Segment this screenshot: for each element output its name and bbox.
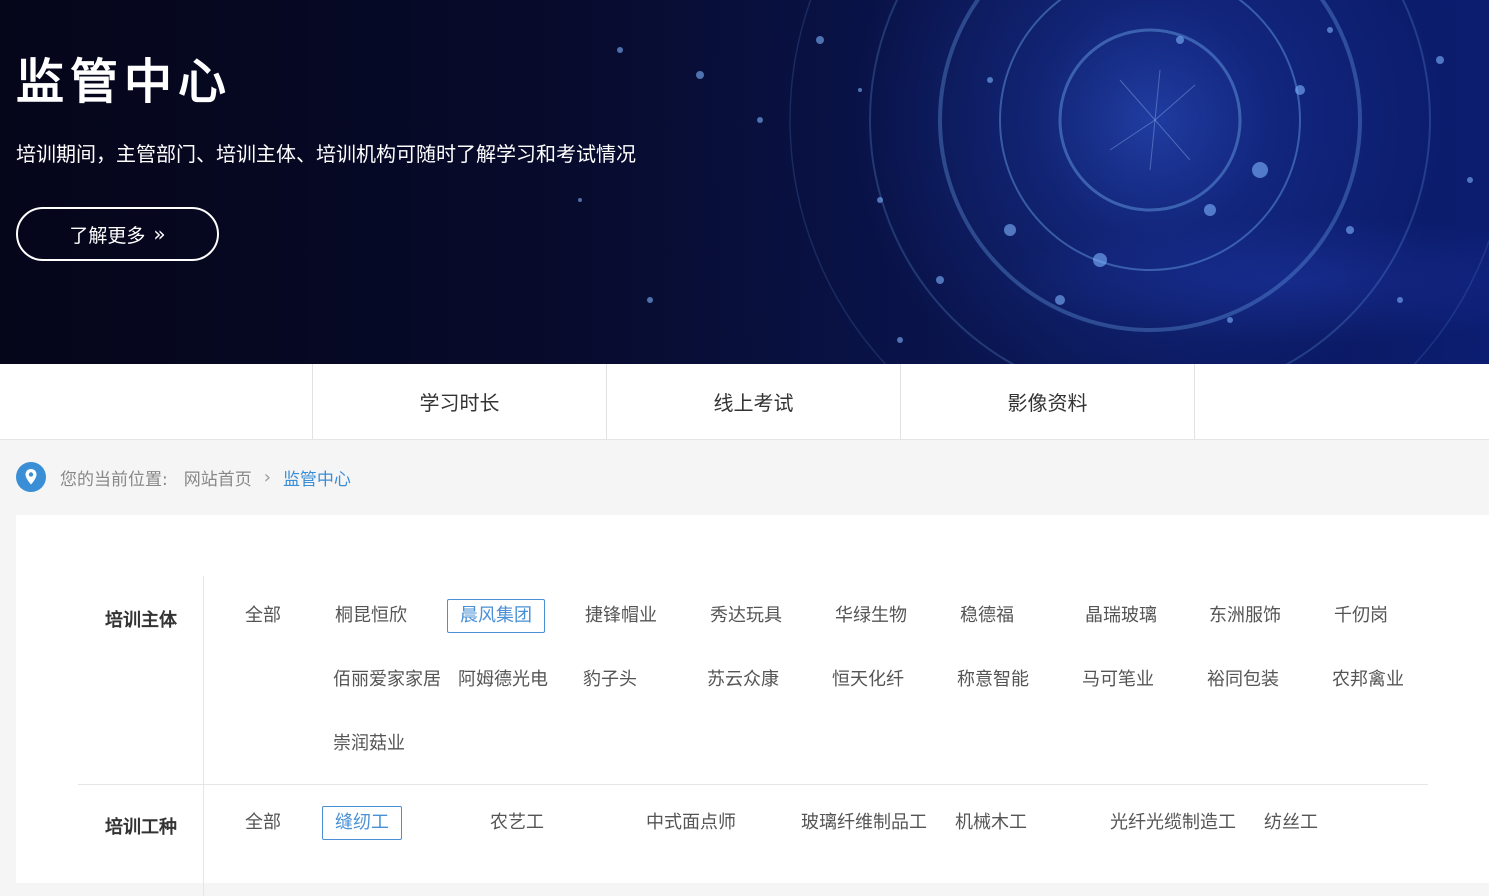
double-chevron-right-icon: » — [153, 222, 166, 246]
breadcrumb-label: 您的当前位置: — [60, 469, 168, 490]
subject-chip[interactable]: 华绿生物 — [835, 599, 907, 633]
trade-chip[interactable]: 机械木工 — [955, 806, 1027, 840]
subject-chip[interactable]: 千仞岗 — [1334, 599, 1388, 633]
subject-chip[interactable]: 捷锋帽业 — [585, 599, 657, 633]
filter-label-trades: 培训工种 — [105, 817, 177, 838]
trade-chip[interactable]: 全部 — [245, 806, 281, 840]
breadcrumb: 您的当前位置: 网站首页 › 监管中心 — [16, 460, 351, 494]
subject-chip[interactable]: 阿姆德光电 — [458, 663, 548, 697]
subject-chip[interactable]: 恒天化纤 — [832, 663, 904, 697]
trade-chip[interactable]: 玻璃纤维制品工 — [801, 806, 927, 840]
trade-chip[interactable]: 农艺工 — [490, 806, 544, 840]
trade-chip[interactable]: 光纤光缆制造工 — [1110, 806, 1236, 840]
subject-chip[interactable]: 苏云众康 — [707, 663, 779, 697]
subject-chip[interactable]: 称意智能 — [957, 663, 1029, 697]
section-tabs: 学习时长 线上考试 影像资料 — [0, 364, 1489, 440]
subject-chip[interactable]: 稳德福 — [960, 599, 1014, 633]
trade-chip-selected[interactable]: 缝纫工 — [322, 806, 402, 840]
subject-chip[interactable]: 秀达玩具 — [710, 599, 782, 633]
breadcrumb-current: 监管中心 — [282, 469, 351, 490]
learn-more-label: 了解更多 — [69, 224, 146, 247]
subject-chip[interactable]: 裕同包装 — [1207, 663, 1279, 697]
filter-panel: 培训主体 全部 桐昆恒欣 晨风集团 捷锋帽业 秀达玩具 华绿生物 稳德福 晶瑞玻… — [16, 515, 1489, 896]
page-title: 监管中心 — [16, 54, 233, 110]
filter-label-subjects: 培训主体 — [105, 610, 177, 631]
subject-chip[interactable]: 佰丽爱家家居 — [333, 663, 441, 697]
location-pin-icon — [16, 462, 46, 492]
trade-chip[interactable]: 纺丝工 — [1264, 806, 1318, 840]
tab-online-exam[interactable]: 线上考试 — [606, 364, 900, 439]
learn-more-button[interactable]: 了解更多 » — [16, 207, 219, 261]
subject-chip-selected[interactable]: 晨风集团 — [447, 599, 545, 633]
banner-subtitle: 培训期间，主管部门、培训主体、培训机构可随时了解学习和考试情况 — [16, 142, 636, 166]
subject-chip[interactable]: 崇润菇业 — [333, 727, 405, 761]
subject-chip[interactable]: 晶瑞玻璃 — [1085, 599, 1157, 633]
tab-study-duration[interactable]: 学习时长 — [312, 364, 606, 439]
subject-chip[interactable]: 豹子头 — [583, 663, 637, 697]
subject-chip[interactable]: 农邦禽业 — [1332, 663, 1404, 697]
breadcrumb-separator: › — [263, 466, 271, 488]
subject-chip[interactable]: 东洲服饰 — [1209, 599, 1281, 633]
filter-divider-horizontal — [78, 784, 1428, 785]
subject-chip[interactable]: 全部 — [245, 599, 281, 633]
subject-chip[interactable]: 桐昆恒欣 — [335, 599, 407, 633]
hero-banner: 监管中心 培训期间，主管部门、培训主体、培训机构可随时了解学习和考试情况 了解更… — [0, 0, 1489, 364]
filter-divider-vertical — [203, 576, 204, 896]
subject-chip[interactable]: 马可笔业 — [1082, 663, 1154, 697]
tab-image-materials[interactable]: 影像资料 — [900, 364, 1195, 439]
breadcrumb-home-link[interactable]: 网站首页 — [184, 465, 252, 490]
trade-chip[interactable]: 中式面点师 — [646, 806, 736, 840]
